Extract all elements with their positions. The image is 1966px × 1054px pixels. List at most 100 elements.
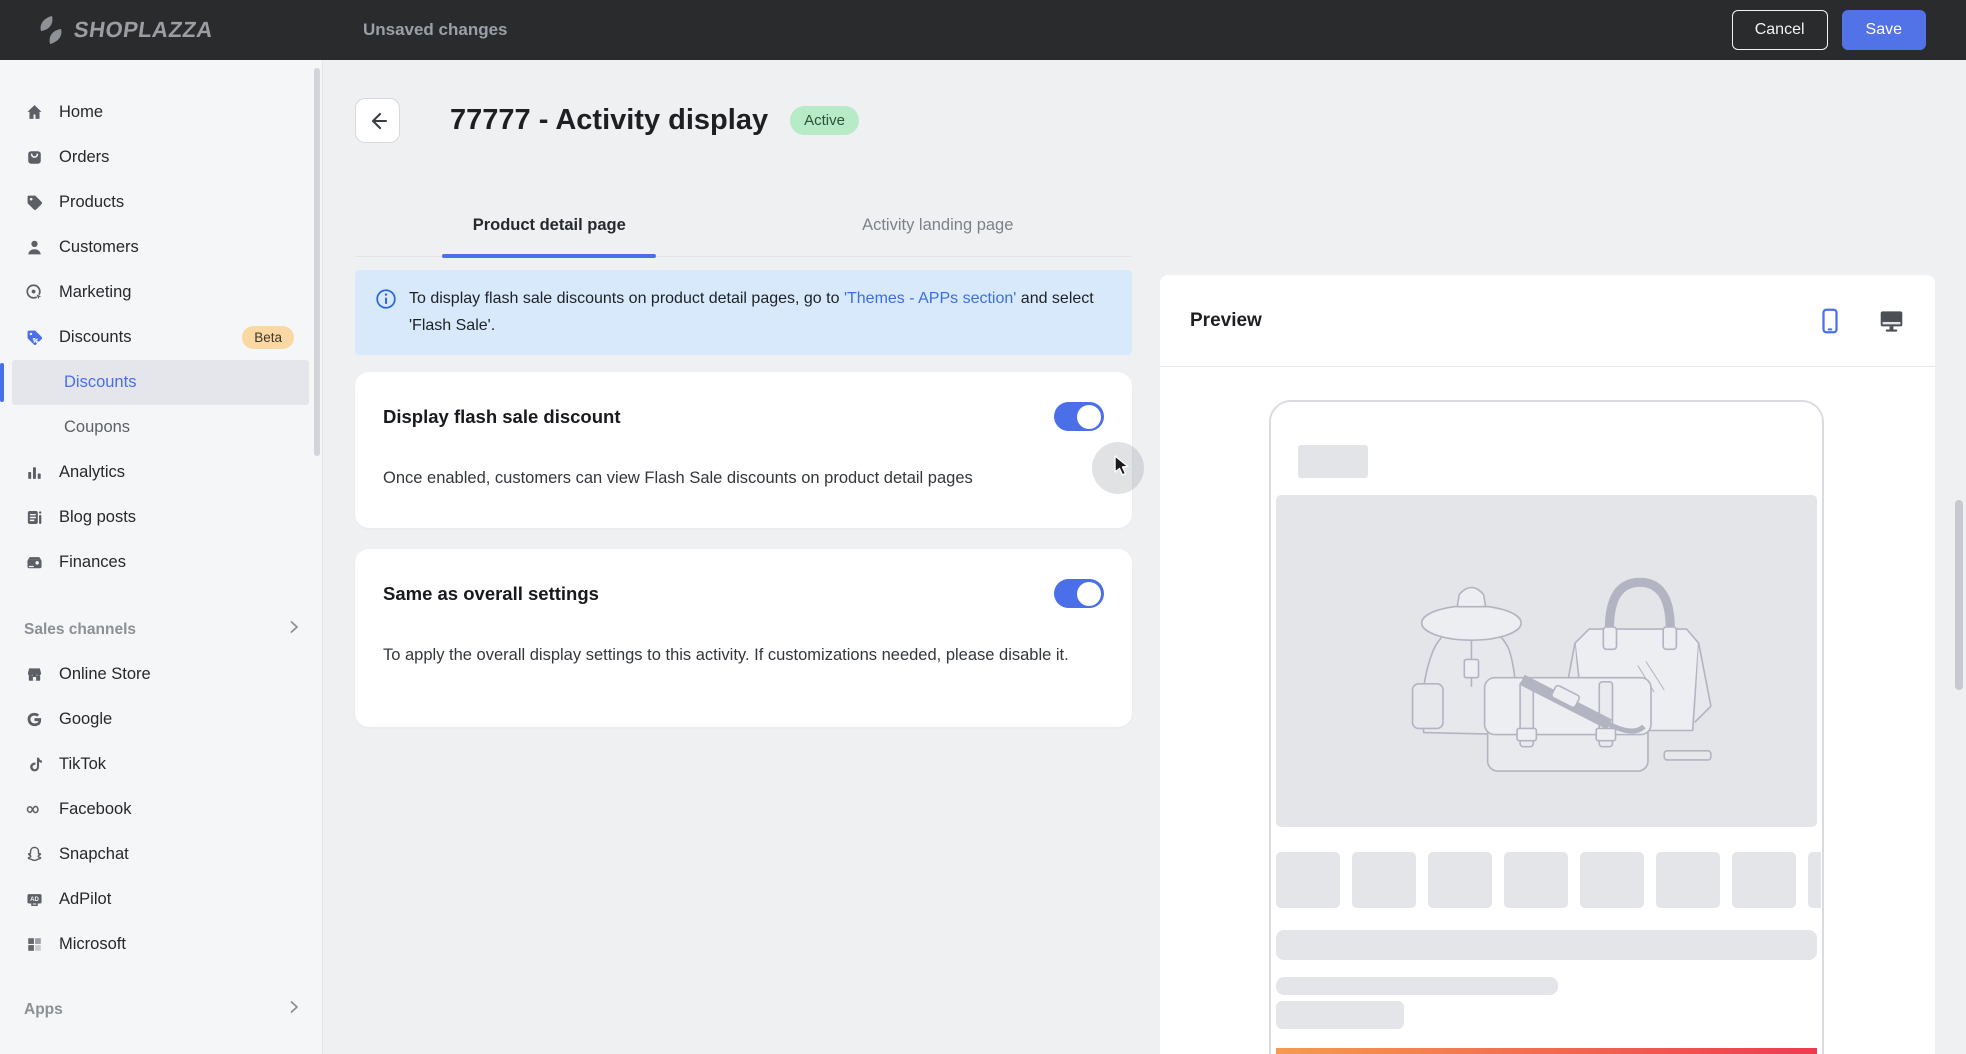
toggle-knob [1077, 405, 1101, 429]
flash-sale-bar-placeholder [1276, 1048, 1817, 1054]
sidebar-item-google[interactable]: Google [0, 697, 322, 742]
banner-text-before: To display flash sale discounts on produ… [409, 290, 844, 307]
sidebar-item-facebook[interactable]: Facebook [0, 787, 322, 832]
logo-text: SHOPLAZZA [72, 17, 215, 43]
page-scrollbar[interactable] [1955, 500, 1963, 690]
sidebar-item-snapchat[interactable]: Snapchat [0, 832, 322, 877]
back-button[interactable] [355, 98, 400, 143]
sidebar: Home Orders Products Customers Marketing Disc… [0, 60, 323, 1054]
sidebar-item-label: Google [59, 710, 112, 729]
selected-highlight [12, 405, 309, 450]
thumbnail-placeholder [1808, 852, 1821, 908]
finances-icon [24, 553, 44, 573]
card-title: Same as overall settings [383, 583, 599, 605]
shoplazza-logo-icon [38, 15, 64, 45]
card-description: To apply the overall display settings to… [383, 642, 1083, 669]
sidebar-item-tiktok[interactable]: TikTok [0, 742, 322, 787]
themes-apps-section-link[interactable]: 'Themes - APPs section' [844, 290, 1016, 307]
discounts-icon [24, 328, 44, 348]
thumbnail-placeholder [1580, 852, 1644, 908]
sidebar-item-label: Snapchat [59, 845, 129, 864]
chevron-right-icon [286, 619, 302, 640]
sidebar-item-analytics[interactable]: Analytics [0, 450, 322, 495]
sidebar-subitem-discounts[interactable]: Discounts [0, 360, 322, 405]
sidebar-item-label: Orders [59, 148, 109, 167]
sidebar-item-label: Discounts [59, 328, 131, 347]
topbar-actions: Cancel Save [1732, 10, 1926, 50]
sidebar-item-online-store[interactable]: Online Store [0, 652, 322, 697]
thumbnail-placeholder [1504, 852, 1568, 908]
thumbnail-placeholder [1428, 852, 1492, 908]
chevron-right-icon [286, 999, 302, 1020]
sidebar-subitem-label: Discounts [64, 373, 136, 392]
card-description: Once enabled, customers can view Flash S… [383, 465, 1083, 492]
google-icon [24, 710, 44, 730]
shoplazza-logo: SHOPLAZZA [38, 15, 213, 45]
sidebar-section-label: Apps [24, 1001, 63, 1019]
facebook-icon [24, 800, 44, 820]
same-as-overall-toggle[interactable] [1054, 579, 1104, 608]
page-header: 77777 - Activity display Active [355, 98, 859, 143]
sidebar-section-sales-channels[interactable]: Sales channels [0, 607, 322, 652]
sidebar-item-home[interactable]: Home [0, 90, 322, 135]
selected-highlight [12, 360, 309, 405]
info-banner: To display flash sale discounts on produ… [355, 270, 1132, 355]
sidebar-item-orders[interactable]: Orders [0, 135, 322, 180]
sidebar-section-apps[interactable]: Apps [0, 987, 322, 1032]
status-badge: Active [790, 106, 859, 135]
save-button[interactable]: Save [1842, 10, 1926, 50]
marketing-icon [24, 283, 44, 303]
orders-icon [24, 148, 44, 168]
customers-icon [24, 238, 44, 258]
text-line-placeholder [1276, 1001, 1404, 1029]
display-flash-sale-card: Display flash sale discount Once enabled… [355, 372, 1132, 528]
thumbnail-placeholder [1732, 852, 1796, 908]
sidebar-item-adpilot[interactable]: ADAdPilot [0, 877, 322, 922]
sidebar-section-label: Sales channels [24, 621, 136, 639]
main-content: 77777 - Activity display Active Product … [323, 60, 1966, 1054]
cancel-button[interactable]: Cancel [1732, 10, 1828, 50]
topbar: SHOPLAZZA Unsaved changes Cancel Save [0, 0, 1966, 60]
thumbnail-placeholder [1656, 852, 1720, 908]
page-title: 77777 - Activity display [450, 104, 768, 137]
display-flash-sale-toggle[interactable] [1054, 402, 1104, 431]
preview-device-frame [1269, 400, 1824, 1054]
sidebar-item-customers[interactable]: Customers [0, 225, 322, 270]
preview-topbar-skeleton [1271, 402, 1822, 495]
sidebar-item-blog-posts[interactable]: Blog posts [0, 495, 322, 540]
sidebar-subitem-label: Coupons [64, 418, 130, 437]
products-icon [24, 193, 44, 213]
preview-logo-placeholder [1298, 445, 1368, 478]
sidebar-item-label: Customers [59, 238, 139, 257]
sidebar-item-label: Facebook [59, 800, 131, 819]
sidebar-item-label: Online Store [59, 665, 151, 684]
online-store-icon [24, 665, 44, 685]
tab-activity-landing-page[interactable]: Activity landing page [744, 195, 1133, 256]
desktop-icon[interactable] [1878, 309, 1905, 333]
sidebar-item-label: Marketing [59, 283, 131, 302]
svg-text:AD: AD [30, 896, 39, 903]
sidebar-item-microsoft[interactable]: Microsoft [0, 922, 322, 967]
preview-thumbnails-row [1276, 852, 1821, 908]
thumbnail-placeholder [1352, 852, 1416, 908]
home-icon [24, 103, 44, 123]
sidebar-subitem-coupons[interactable]: Coupons [0, 405, 322, 450]
blog-icon [24, 508, 44, 528]
text-line-placeholder [1276, 977, 1558, 995]
toggle-knob [1077, 582, 1101, 606]
banner-text: To display flash sale discounts on produ… [409, 285, 1112, 340]
bags-illustration [1374, 529, 1719, 794]
thumbnail-placeholder [1276, 852, 1340, 908]
analytics-icon [24, 463, 44, 483]
card-title: Display flash sale discount [383, 406, 621, 428]
sidebar-item-label: Blog posts [59, 508, 136, 527]
beta-badge: Beta [242, 326, 294, 349]
sidebar-item-discounts[interactable]: Discounts Beta [0, 315, 322, 360]
sidebar-item-label: Products [59, 193, 124, 212]
sidebar-item-finances[interactable]: Finances [0, 540, 322, 585]
sidebar-item-marketing[interactable]: Marketing [0, 270, 322, 315]
mobile-icon[interactable] [1818, 308, 1842, 334]
same-as-overall-settings-card: Same as overall settings To apply the ov… [355, 549, 1132, 727]
tab-product-detail-page[interactable]: Product detail page [355, 195, 744, 256]
sidebar-item-products[interactable]: Products [0, 180, 322, 225]
